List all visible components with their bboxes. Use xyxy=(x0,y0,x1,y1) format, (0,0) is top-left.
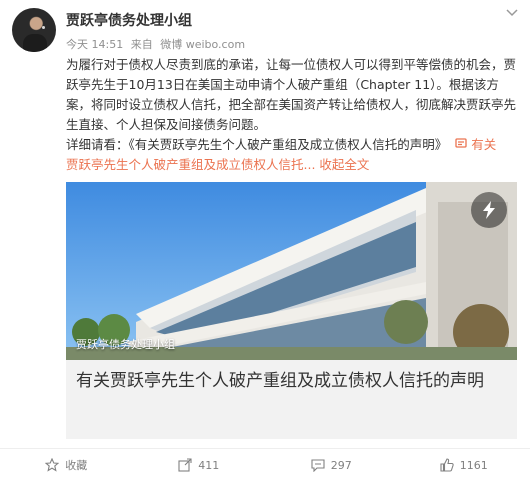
link-icon xyxy=(455,135,467,155)
comment-icon xyxy=(311,459,325,472)
flash-icon[interactable] xyxy=(471,192,507,228)
favorite-button[interactable]: 收藏 xyxy=(0,449,133,481)
post-paragraph: 为履行对于债权人尽责到底的承诺，让每一位债权人可以得到平等偿债的机会，贾跃亭先生… xyxy=(66,57,517,132)
image-caption: 贾跃亭债务处理小组 xyxy=(76,338,175,351)
comment-count: 297 xyxy=(330,458,352,472)
like-button[interactable]: 1161 xyxy=(398,449,530,481)
star-icon xyxy=(45,458,60,472)
post-body: 为履行对于债权人尽责到底的承诺，让每一位债权人可以得到平等偿债的机会，贾跃亭先生… xyxy=(66,55,516,175)
link-line: 贾跃亭先生个人破产重组及成立债权人信托... 收起全文 xyxy=(66,155,516,175)
avatar[interactable] xyxy=(12,8,56,52)
post-source[interactable]: 微博 weibo.com xyxy=(160,38,245,51)
favorite-label: 收藏 xyxy=(65,459,88,472)
like-count: 1161 xyxy=(459,458,488,472)
collapse-button[interactable]: 收起全文 xyxy=(319,157,369,172)
post-time: 今天 14:51 xyxy=(66,38,124,51)
repost-count: 411 xyxy=(198,458,220,472)
article-image[interactable]: 贾跃亭债务处理小组 xyxy=(66,182,517,360)
article-link[interactable]: 有关 xyxy=(471,137,496,152)
action-bar: 收藏 411 297 1161 xyxy=(0,448,530,481)
repost-icon xyxy=(178,458,192,472)
author-name[interactable]: 贾跃亭债务处理小组 xyxy=(66,10,192,30)
source-prefix: 来自 xyxy=(130,38,153,51)
chevron-down-icon[interactable] xyxy=(506,8,518,18)
detail-prefix: 详细请看：《有关贾跃亭先生个人破产重组及成立债权人信托的声明》 xyxy=(66,137,448,152)
article-card[interactable]: 贾跃亭债务处理小组 有关贾跃亭先生个人破产重组及成立债权人信托的声明 xyxy=(66,182,517,439)
post-meta: 今天 14:51 来自 微博 weibo.com xyxy=(66,36,249,52)
like-icon xyxy=(440,458,454,472)
comment-button[interactable]: 297 xyxy=(265,449,398,481)
article-link-continued[interactable]: 贾跃亭先生个人破产重组及成立债权人信托... xyxy=(66,157,315,172)
detail-line: 详细请看：《有关贾跃亭先生个人破产重组及成立债权人信托的声明》 有关 xyxy=(66,135,516,155)
article-title[interactable]: 有关贾跃亭先生个人破产重组及成立债权人信托的声明 xyxy=(76,368,506,394)
repost-button[interactable]: 411 xyxy=(133,449,266,481)
